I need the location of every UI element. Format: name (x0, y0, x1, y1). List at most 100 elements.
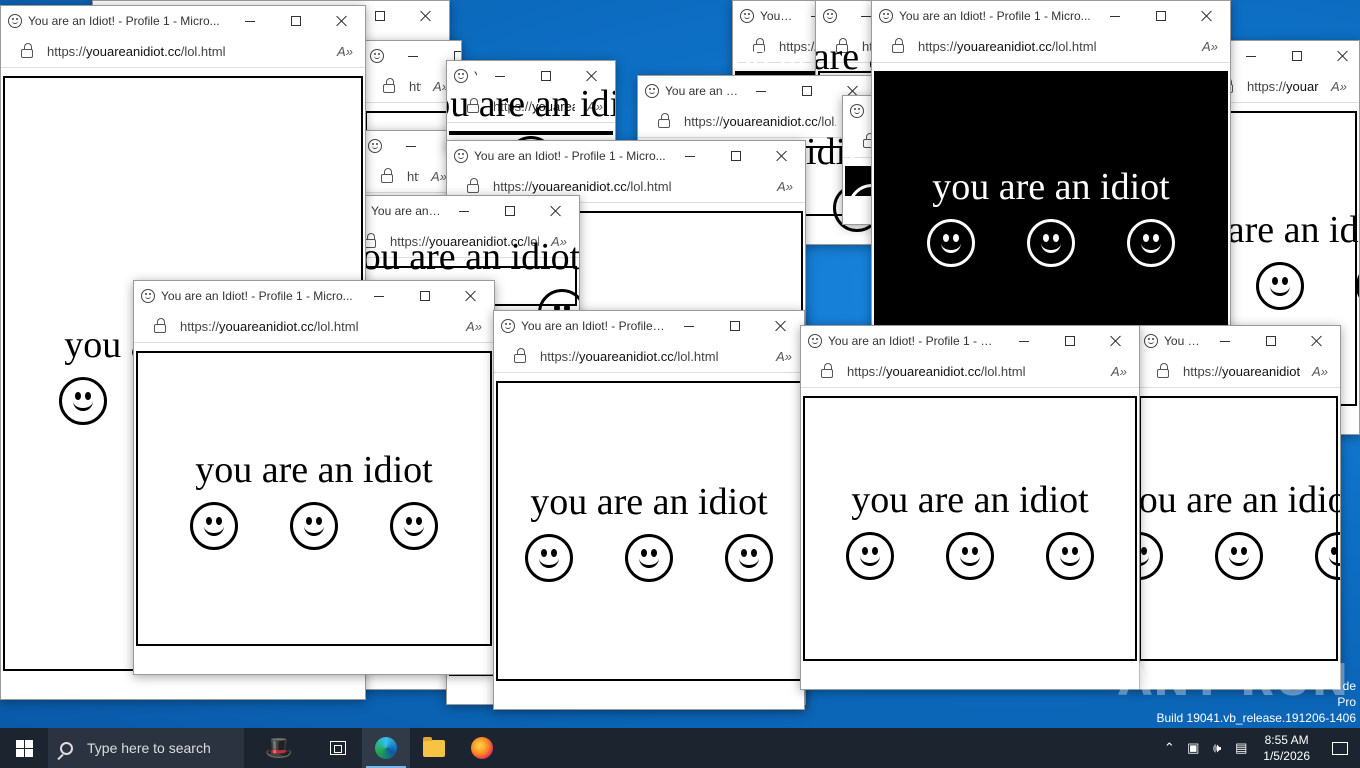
taskbar-firefox-button[interactable] (458, 728, 506, 768)
window-titlebar[interactable]: You are an Idiot! - Profile 1 - Micro... (872, 1, 1230, 31)
read-aloud-icon[interactable]: A» (764, 349, 804, 364)
url-text[interactable]: https://youareanidiot.cc/lol.html (409, 79, 421, 94)
chevron-up-icon[interactable]: ⌃ (1157, 740, 1181, 756)
maximize-button[interactable] (1248, 326, 1294, 356)
read-aloud-icon[interactable]: A» (1190, 39, 1230, 54)
close-button[interactable] (533, 196, 579, 226)
window-titlebar[interactable]: You are an Idiot! - Profile 1 - Micro... (134, 281, 494, 311)
maximize-icon (802, 86, 812, 96)
minimize-button[interactable] (1202, 326, 1248, 356)
minimize-button[interactable] (441, 196, 487, 226)
maximize-button[interactable] (273, 6, 319, 36)
window-titlebar[interactable]: You are an Idiot! - Profile 1 - Micro... (494, 311, 804, 341)
maximize-button[interactable] (402, 281, 448, 311)
smiley-row (927, 219, 1175, 267)
minimize-button[interactable] (1001, 326, 1047, 356)
minimize-button[interactable] (390, 41, 436, 71)
address-bar[interactable]: https://youareanidiot.cc/lol.htmlA» (801, 356, 1139, 388)
taskbar-search-box[interactable]: Type here to search (48, 728, 244, 768)
close-button[interactable] (759, 141, 805, 171)
notification-icon (1332, 741, 1348, 755)
close-button[interactable] (1184, 1, 1230, 31)
url-text[interactable]: https://youareanidiot.cc/lol.html (1247, 79, 1319, 94)
browser-window[interactable]: You are an Idiot! - Profile 1 - Micro...… (1136, 325, 1341, 690)
minimize-button[interactable] (666, 311, 712, 341)
close-button[interactable] (403, 1, 449, 31)
address-bar[interactable]: https://youareanidiot.cc/lol.htmlA» (1, 36, 365, 68)
close-button[interactable] (448, 281, 494, 311)
read-aloud-icon[interactable]: A» (1099, 364, 1139, 379)
address-bar[interactable]: https://youareanidiot.cc/lol.htmlA» (494, 341, 804, 373)
smiley-face-icon (1127, 219, 1175, 267)
url-text[interactable]: https://youareanidiot.cc/lol.html (1183, 364, 1300, 379)
minimize-button[interactable] (1228, 41, 1274, 71)
minimize-button[interactable] (388, 131, 434, 161)
close-button[interactable] (1320, 41, 1359, 71)
url-text[interactable]: https://youareanidiot.cc/lol.html (407, 169, 419, 184)
window-titlebar[interactable]: You are an Idiot! - Profile 1 - Micro... (344, 196, 579, 226)
window-titlebar[interactable]: You are an Idiot! - Profile 1 - Micro... (1137, 326, 1340, 356)
url-text[interactable]: https://youareanidiot.cc/lol.html (918, 39, 1190, 54)
window-titlebar[interactable]: You are an Idiot! - Profile 1 - Micro... (801, 326, 1139, 356)
maximize-button[interactable] (784, 76, 830, 106)
minimize-button[interactable] (738, 76, 784, 106)
window-titlebar[interactable]: You are an Idiot! - Profile 1 - Micro... (447, 141, 805, 171)
taskbar-file-explorer-button[interactable] (410, 728, 458, 768)
task-view-button[interactable] (314, 728, 362, 768)
read-aloud-icon[interactable]: A» (454, 319, 494, 334)
url-text[interactable]: https://youareanidiot.cc/lol.html (493, 179, 765, 194)
read-aloud-icon[interactable]: A» (1300, 364, 1340, 379)
close-button[interactable] (1294, 326, 1340, 356)
maximize-button[interactable] (487, 196, 533, 226)
browser-window[interactable]: You are an Idiot! - Profile 1 - Micro...… (446, 60, 616, 150)
meet-now-icon[interactable]: ▣ (1181, 740, 1205, 756)
volume-icon[interactable]: 🕪 (1205, 740, 1229, 756)
close-button[interactable] (758, 311, 804, 341)
maximize-button[interactable] (1047, 326, 1093, 356)
url-text[interactable]: https://youareanidiot.cc/lol.html (47, 44, 325, 59)
url-text[interactable]: https://youareanidiot.cc/lol.html (684, 114, 836, 129)
read-aloud-icon[interactable]: A» (325, 44, 365, 59)
smiley-row (846, 531, 1094, 580)
idiot-frame: you are an idiot (1137, 396, 1340, 661)
maximize-button[interactable] (712, 311, 758, 341)
read-aloud-icon[interactable]: A» (765, 179, 805, 194)
smiley-favicon-icon (808, 334, 822, 348)
smiley-row (190, 501, 438, 550)
maximize-button[interactable] (1274, 41, 1320, 71)
address-bar[interactable]: https://youareanidiot.cc/lol.htmlA» (361, 161, 459, 193)
minimize-button[interactable] (227, 6, 273, 36)
close-button[interactable] (319, 6, 365, 36)
close-icon (550, 205, 562, 217)
browser-window[interactable]: You are an Idiot! - Profile 1 - Micro...… (493, 310, 805, 710)
maximize-icon (505, 206, 515, 216)
taskbar-edge-button[interactable] (362, 728, 410, 768)
address-bar[interactable]: https://youareanidiot.cc/lol.htmlA» (134, 311, 494, 343)
search-highlight-icon[interactable]: 🎩 (244, 735, 314, 761)
start-button[interactable] (0, 728, 48, 768)
smiley-favicon-icon (370, 49, 384, 63)
window-titlebar[interactable]: You are an Idiot! - Profile 1 - Micro... (638, 76, 876, 106)
window-titlebar[interactable]: You are an Idiot! - Profile 1 - Micro... (1, 6, 365, 36)
smiley-favicon-icon (8, 14, 22, 28)
address-bar[interactable]: https://youareanidiot.cc/lol.htmlA» (1137, 356, 1340, 388)
minimize-button[interactable] (356, 281, 402, 311)
url-text[interactable]: https://youareanidiot.cc/lol.html (847, 364, 1099, 379)
read-aloud-icon[interactable]: A» (1319, 79, 1359, 94)
window-title: You are an Idiot! - Profile 1 - Micro... (28, 14, 220, 28)
notification-center-button[interactable] (1320, 728, 1360, 768)
minimize-button[interactable] (1092, 1, 1138, 31)
network-icon[interactable]: ▤ (1229, 740, 1253, 756)
maximize-button[interactable] (1138, 1, 1184, 31)
smiley-row (525, 534, 773, 582)
maximize-button[interactable] (713, 141, 759, 171)
address-bar[interactable]: https://youareanidiot.cc/lol.htmlA» (872, 31, 1230, 63)
browser-window[interactable]: You are an Idiot! - Profile 1 - Micro...… (133, 280, 495, 675)
close-button[interactable] (1093, 326, 1139, 356)
url-text[interactable]: https://youareanidiot.cc/lol.html (540, 349, 764, 364)
clock[interactable]: 8:55 AM 1/5/2026 (1253, 732, 1320, 764)
minimize-button[interactable] (667, 141, 713, 171)
url-text[interactable]: https://youareanidiot.cc/lol.html (180, 319, 454, 334)
browser-window[interactable]: You are an Idiot! - Profile 1 - Micro...… (800, 325, 1140, 690)
window-titlebar[interactable]: You are an Idiot! - Profile 1 - Micro... (361, 131, 459, 161)
